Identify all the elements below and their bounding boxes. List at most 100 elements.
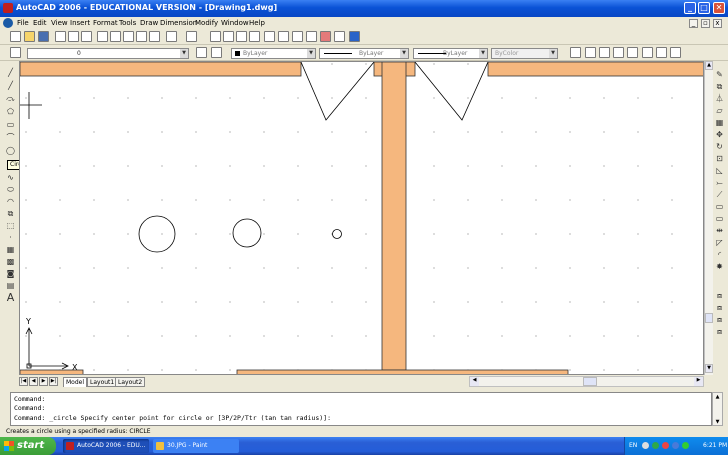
list-icon[interactable]	[627, 47, 638, 58]
hscroll-thumb[interactable]	[583, 377, 597, 386]
start-button[interactable]: start	[0, 437, 56, 455]
explode-icon[interactable]: ✸	[714, 261, 725, 272]
tab-layout2[interactable]: Layout2	[115, 377, 146, 387]
region-icon[interactable]	[613, 47, 624, 58]
block-editor-icon[interactable]	[149, 31, 160, 42]
prev-tab-icon[interactable]: ◀	[29, 377, 38, 386]
horizontal-scrollbar[interactable]: ◀ ▶	[469, 376, 704, 387]
last-tab-icon[interactable]: ▶|	[49, 377, 58, 386]
antivirus-tray-icon[interactable]	[662, 442, 669, 449]
floor-plan[interactable]: Y X	[20, 62, 704, 375]
menu-dimension[interactable]: Dimension	[160, 19, 197, 27]
point-icon[interactable]: ·	[5, 232, 16, 243]
zoom-window-icon[interactable]	[236, 31, 247, 42]
paste-icon[interactable]	[123, 31, 134, 42]
gradient-icon[interactable]: ▩	[5, 256, 16, 267]
scroll-right-icon[interactable]: ▶	[694, 377, 703, 386]
offset-icon[interactable]: ⏥	[714, 105, 725, 116]
copy-object-icon[interactable]: ⧉	[714, 81, 725, 92]
layer-previous-icon[interactable]	[211, 47, 222, 58]
array-icon[interactable]: ▦	[714, 117, 725, 128]
table-icon[interactable]: ▤	[5, 280, 16, 291]
break-icon[interactable]: ▭	[714, 213, 725, 224]
sheet-set-icon[interactable]	[306, 31, 317, 42]
extend-icon[interactable]: ⟋	[714, 189, 725, 200]
match-properties-icon[interactable]	[136, 31, 147, 42]
break-at-point-icon[interactable]: ▭	[714, 201, 725, 212]
ellipse-icon[interactable]: ⬭	[5, 184, 16, 195]
task-autocad[interactable]: AutoCAD 2006 - EDU...	[63, 439, 149, 453]
named-views-icon[interactable]	[570, 47, 581, 58]
fillet-icon[interactable]: ◜	[714, 249, 725, 260]
save-icon[interactable]	[38, 31, 49, 42]
copy-icon[interactable]	[110, 31, 121, 42]
region-draw-icon[interactable]: ◙	[5, 268, 16, 279]
draworder-front-icon[interactable]: ⧈	[714, 290, 725, 301]
tool-palettes-icon[interactable]	[292, 31, 303, 42]
command-scrollbar[interactable]: ▲ ▼	[712, 392, 723, 426]
rectangle-icon[interactable]: ▭	[5, 119, 16, 130]
construction-line-icon[interactable]: ╱	[5, 80, 16, 91]
help-tray-icon[interactable]	[642, 442, 649, 449]
menu-help[interactable]: Help	[249, 19, 265, 27]
menu-format[interactable]: Format	[93, 19, 118, 27]
menu-file[interactable]: File	[17, 19, 29, 27]
pan-icon[interactable]	[210, 31, 221, 42]
erase-icon[interactable]: ✎	[714, 69, 725, 80]
next-tab-icon[interactable]: ▶	[39, 377, 48, 386]
menu-modify[interactable]: Modify	[195, 19, 218, 27]
scroll-up-icon[interactable]: ▲	[713, 393, 722, 401]
command-prompt-line[interactable]: Command: _circle Specify center point fo…	[14, 414, 331, 422]
help-icon[interactable]	[349, 31, 360, 42]
circle-icon[interactable]: ◯	[5, 145, 16, 156]
scale-icon[interactable]: ⊡	[714, 153, 725, 164]
scroll-thumb[interactable]	[705, 313, 713, 323]
zoom-previous-icon[interactable]	[249, 31, 260, 42]
menu-window[interactable]: Window	[221, 19, 249, 27]
lineweight-dropdown[interactable]: ByLayer ▼	[413, 48, 488, 59]
scroll-up-icon[interactable]: ▲	[705, 61, 713, 70]
tab-model[interactable]: Model	[63, 377, 88, 387]
cut-icon[interactable]	[97, 31, 108, 42]
make-current-layer-icon[interactable]	[196, 47, 207, 58]
vertical-scrollbar[interactable]: ▲ ▼	[704, 61, 713, 375]
polygon-icon[interactable]: ⬠	[5, 106, 16, 117]
task-paint[interactable]: 30.JPG - Paint	[153, 439, 239, 453]
menu-tools[interactable]: Tools	[119, 19, 136, 27]
color-dropdown[interactable]: ByLayer ▼	[231, 48, 316, 59]
make-block-icon[interactable]: ⬚	[5, 220, 16, 231]
join-icon[interactable]: ⇹	[714, 225, 725, 236]
scroll-left-icon[interactable]: ◀	[470, 377, 479, 386]
mirror-icon[interactable]: ⏃	[714, 93, 725, 104]
minimize-button[interactable]: _	[684, 2, 696, 14]
publish-icon[interactable]	[81, 31, 92, 42]
command-window[interactable]: Command: Command: Command: _circle Speci…	[10, 392, 712, 426]
messenger-tray-icon[interactable]	[682, 442, 689, 449]
clock[interactable]: 6:21 PM	[703, 442, 727, 449]
plot-preview-icon[interactable]	[68, 31, 79, 42]
volume-tray-icon[interactable]	[672, 442, 679, 449]
arc-icon[interactable]: ⌒	[5, 132, 16, 143]
document-icon[interactable]	[3, 18, 13, 28]
open-icon[interactable]	[24, 31, 35, 42]
menu-draw[interactable]: Draw	[140, 19, 158, 27]
properties-icon[interactable]	[264, 31, 275, 42]
markup-icon[interactable]	[320, 31, 331, 42]
layer-dropdown[interactable]: 0 ▼	[27, 48, 189, 59]
network-tray-icon[interactable]	[652, 442, 659, 449]
move-icon[interactable]: ✥	[714, 129, 725, 140]
doc-minimize-button[interactable]: _	[689, 19, 698, 28]
plot-icon[interactable]	[55, 31, 66, 42]
menu-view[interactable]: View	[51, 19, 68, 27]
new-icon[interactable]	[10, 31, 21, 42]
multiline-text-icon[interactable]: A	[5, 292, 16, 303]
doc-close-button[interactable]: x	[713, 19, 722, 28]
design-center-icon[interactable]	[278, 31, 289, 42]
locate-point-icon[interactable]	[642, 47, 653, 58]
quickcalc-icon[interactable]	[334, 31, 345, 42]
area-icon[interactable]	[599, 47, 610, 58]
tab-layout1[interactable]: Layout1	[87, 377, 118, 387]
first-tab-icon[interactable]: |◀	[19, 377, 28, 386]
rotate-icon[interactable]: ↻	[714, 141, 725, 152]
menu-edit[interactable]: Edit	[33, 19, 47, 27]
